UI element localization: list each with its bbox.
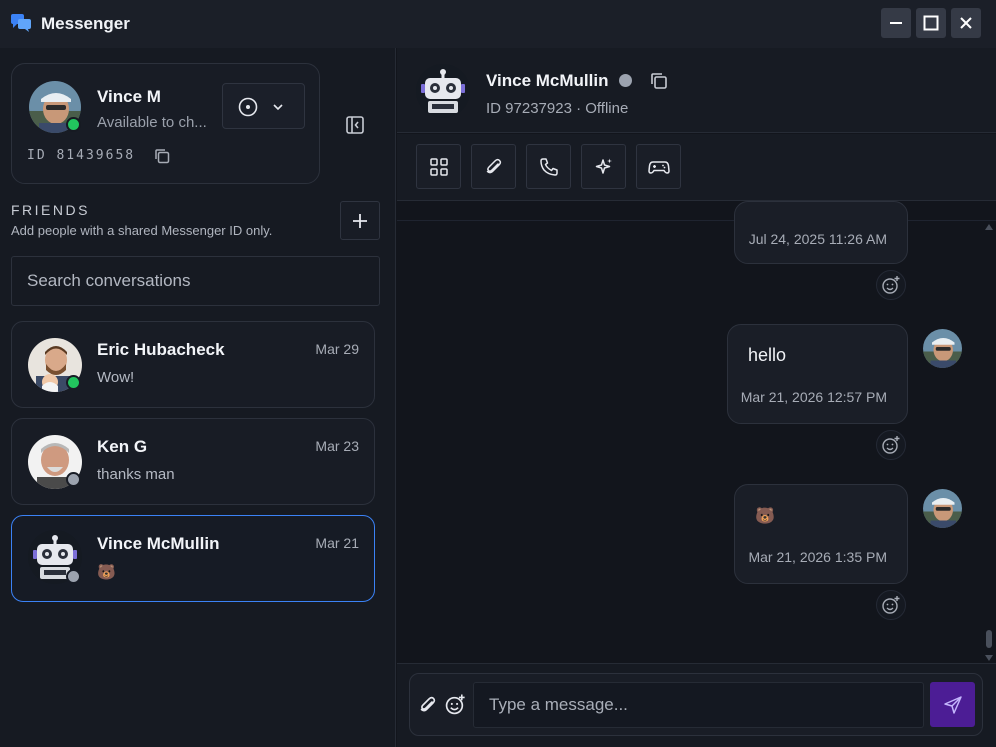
close-icon <box>960 17 972 29</box>
call-button[interactable] <box>526 144 571 189</box>
title-bar: Messenger <box>0 0 996 48</box>
conversation-item[interactable]: Ken G thanks man Mar 23 <box>11 418 375 505</box>
profile-name: Vince M <box>97 87 161 106</box>
plus-icon <box>353 213 367 228</box>
status-dot <box>66 569 81 584</box>
close-button[interactable] <box>951 8 981 38</box>
copy-icon[interactable] <box>153 147 171 165</box>
conversation-date: Mar 23 <box>315 438 359 454</box>
composer <box>409 673 983 736</box>
conversation-name: Eric Hubacheck <box>97 340 225 359</box>
sender-avatar <box>923 489 962 528</box>
chevron-down-icon <box>273 104 283 111</box>
robot-avatar-icon <box>416 64 470 118</box>
user-photo <box>923 489 962 528</box>
collapse-sidebar-icon[interactable] <box>345 115 365 135</box>
conversation-item[interactable]: Eric Hubacheck Wow! Mar 29 <box>11 321 375 408</box>
apps-button[interactable] <box>416 144 461 189</box>
games-button[interactable] <box>636 144 681 189</box>
conversation-preview: Wow! <box>97 369 135 386</box>
app-title: Messenger <box>41 14 130 33</box>
copy-icon[interactable] <box>649 71 669 91</box>
user-photo <box>923 329 962 368</box>
chat-contact-name: Vince McMullin <box>486 71 609 90</box>
conversation-item-active[interactable]: Vince McMullin 🐻 Mar 21 <box>11 515 375 602</box>
status-dot <box>66 472 81 487</box>
send-button[interactable] <box>930 682 975 727</box>
conversation-name: Ken G <box>97 437 148 456</box>
message-bubble[interactable]: hello Mar 21, 2026 12:57 PM <box>727 324 908 424</box>
smiley-plus-icon <box>882 276 900 294</box>
phone-icon <box>539 157 558 176</box>
composer-area <box>397 663 996 747</box>
conversation-preview: 🐻 <box>97 564 116 581</box>
friends-subtitle: Add people with a shared Messenger ID on… <box>11 223 273 238</box>
message-scrollbar[interactable] <box>983 222 995 663</box>
conversation-name: Vince McMullin <box>97 534 220 553</box>
status-dot <box>66 117 81 132</box>
sender-avatar <box>923 329 962 368</box>
message-text: 🐻 <box>755 508 775 525</box>
message-list[interactable]: Jul 24, 2025 11:26 AM hello Mar 21, 2026… <box>397 201 996 663</box>
search-input[interactable] <box>11 256 380 306</box>
message-bubble[interactable]: 🐻 Mar 21, 2026 1:35 PM <box>734 484 908 584</box>
profile-status-text: Available to ch... <box>97 114 207 131</box>
message-bubble[interactable]: Jul 24, 2025 11:26 AM <box>734 201 908 264</box>
paperclip-icon[interactable] <box>418 695 438 715</box>
add-reaction-button[interactable] <box>876 270 906 300</box>
presence-dot <box>619 74 632 87</box>
apps-grid-icon <box>429 157 448 176</box>
paperclip-icon <box>486 158 501 173</box>
smiley-plus-icon <box>882 436 900 454</box>
maximize-icon <box>923 15 939 31</box>
add-reaction-button[interactable] <box>876 430 906 460</box>
message-input[interactable] <box>473 682 924 728</box>
smiley-plus-icon <box>882 596 900 614</box>
status-dot <box>66 375 81 390</box>
friends-heading: FRIENDS <box>11 202 90 218</box>
sparkles-icon <box>595 158 612 174</box>
message-time: Jul 24, 2025 11:26 AM <box>748 231 887 247</box>
chat-header: Vince McMullin ID 97237923 · Offline <box>397 48 996 133</box>
gamepad-icon <box>647 160 670 174</box>
status-circle-icon <box>238 97 258 117</box>
conversation-date: Mar 29 <box>315 341 359 357</box>
ai-button[interactable] <box>581 144 626 189</box>
attach-button[interactable] <box>471 144 516 189</box>
sidebar: Vince M Available to ch... ID 81439658 F… <box>0 48 396 747</box>
send-icon <box>943 695 962 714</box>
add-reaction-button[interactable] <box>876 590 906 620</box>
conversation-date: Mar 21 <box>315 535 359 551</box>
message-time: Mar 21, 2026 1:35 PM <box>748 549 887 565</box>
chat-toolbar <box>397 134 996 201</box>
status-dropdown[interactable] <box>222 83 305 129</box>
maximize-button[interactable] <box>916 8 946 38</box>
profile-card: Vince M Available to ch... ID 81439658 <box>11 63 320 184</box>
profile-id: ID 81439658 <box>27 148 136 163</box>
message-time: Mar 21, 2026 12:57 PM <box>740 389 887 405</box>
add-friend-button[interactable] <box>340 201 380 240</box>
minimize-button[interactable] <box>881 8 911 38</box>
chat-avatar <box>416 64 470 118</box>
chat-contact-subtitle: ID 97237923 · Offline <box>486 100 629 117</box>
conversation-preview: thanks man <box>97 466 175 483</box>
minimize-icon <box>890 22 902 24</box>
app-logo-icon <box>11 14 31 32</box>
emoji-icon[interactable] <box>445 694 466 715</box>
message-text: hello <box>748 345 787 365</box>
